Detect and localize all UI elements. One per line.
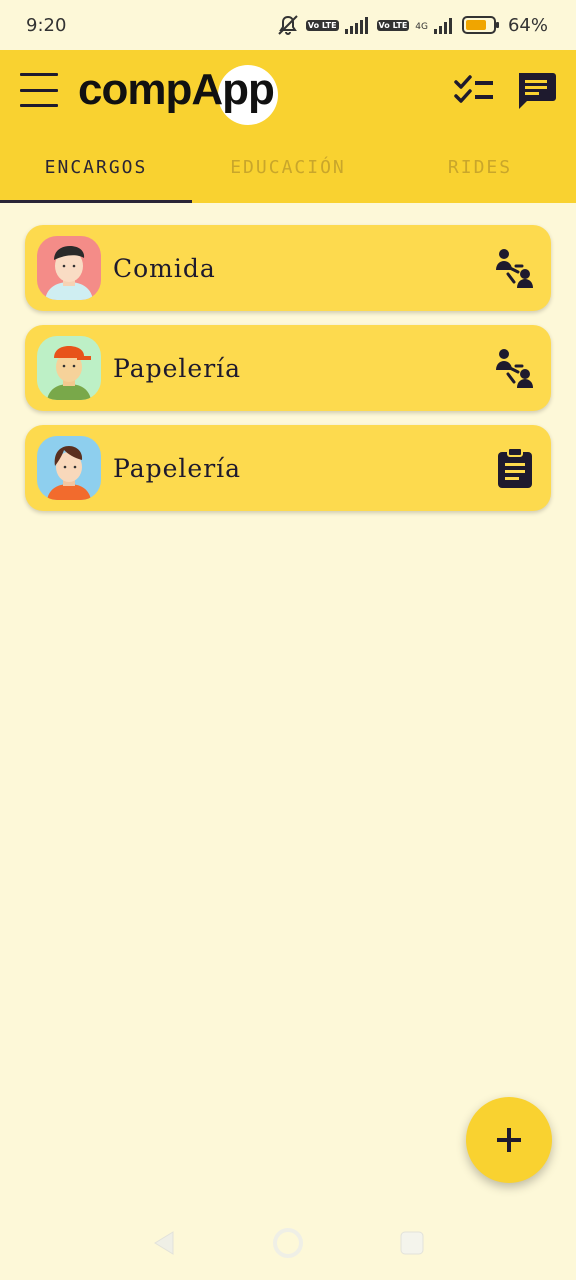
chat-icon[interactable] bbox=[514, 68, 558, 112]
recents-icon bbox=[400, 1231, 424, 1254]
battery-percent: 64% bbox=[507, 14, 548, 36]
status-icons: Vo LTE Vo LTE 4G 64% bbox=[276, 14, 548, 36]
logo-text-app: App bbox=[191, 65, 275, 114]
delivery-icon bbox=[493, 246, 537, 290]
request-list: Comida Papelería Papelería bbox=[25, 225, 551, 525]
tab-educacion[interactable]: EDUCACIÓN bbox=[192, 140, 384, 203]
item-label: Papelería bbox=[113, 353, 242, 383]
battery-icon bbox=[461, 15, 500, 35]
tasks-icon[interactable] bbox=[452, 68, 496, 112]
network-type: 4G bbox=[415, 22, 428, 32]
item-label: Papelería bbox=[113, 453, 242, 483]
avatar bbox=[37, 236, 101, 300]
system-nav-bar bbox=[0, 1205, 576, 1280]
logo-text-comp: comp bbox=[78, 65, 192, 114]
tab-rides[interactable]: RIDES bbox=[384, 140, 576, 203]
plus-icon bbox=[497, 1128, 521, 1152]
toolbar: comp App bbox=[0, 50, 576, 132]
home-button[interactable] bbox=[272, 1227, 304, 1259]
list-item[interactable]: Comida bbox=[25, 225, 551, 311]
delivery-icon bbox=[493, 346, 537, 390]
recents-button[interactable] bbox=[399, 1230, 425, 1256]
list-item[interactable]: Papelería bbox=[25, 425, 551, 511]
back-button[interactable] bbox=[151, 1229, 177, 1257]
avatar bbox=[37, 436, 101, 500]
menu-icon[interactable] bbox=[20, 70, 58, 110]
volte-icon: Vo LTE bbox=[305, 19, 339, 31]
add-button[interactable] bbox=[466, 1097, 552, 1183]
app-logo: comp App bbox=[78, 60, 278, 125]
app-bar: comp App ENCARGOS EDUCACIÓN RIDES bbox=[0, 50, 576, 203]
signal-icon bbox=[344, 16, 371, 34]
mute-icon bbox=[276, 14, 300, 36]
item-label: Comida bbox=[113, 253, 216, 283]
signal-icon-2 bbox=[433, 16, 456, 34]
list-item[interactable]: Papelería bbox=[25, 325, 551, 411]
tab-bar: ENCARGOS EDUCACIÓN RIDES bbox=[0, 140, 576, 203]
home-icon bbox=[273, 1227, 303, 1258]
status-time: 9:20 bbox=[26, 14, 67, 36]
status-bar: 9:20 Vo LTE Vo LTE 4G 64% bbox=[0, 0, 576, 50]
tab-encargos[interactable]: ENCARGOS bbox=[0, 140, 192, 203]
avatar bbox=[37, 336, 101, 400]
back-icon bbox=[154, 1230, 174, 1255]
clipboard-icon bbox=[493, 446, 537, 490]
volte-icon-2: Vo LTE bbox=[376, 19, 410, 31]
